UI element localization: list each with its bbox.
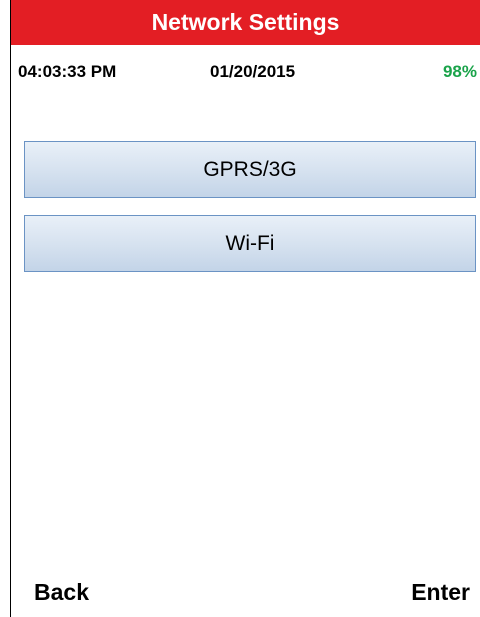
title-bar: Network Settings [11, 0, 480, 45]
wifi-button[interactable]: Wi-Fi [24, 215, 476, 272]
page-title: Network Settings [151, 9, 340, 35]
battery-level: 98% [442, 62, 477, 81]
status-time: 04:03:33 PM [18, 62, 117, 81]
back-softkey[interactable]: Back [34, 579, 89, 606]
status-date: 01/20/2015 [210, 62, 296, 81]
enter-softkey[interactable]: Enter [411, 579, 470, 606]
status-bar: 04:03:33 PM 01/20/2015 98% [11, 62, 480, 84]
gprs-3g-button[interactable]: GPRS/3G [24, 141, 476, 198]
device-screen: Network Settings 04:03:33 PM 01/20/2015 … [10, 0, 480, 617]
